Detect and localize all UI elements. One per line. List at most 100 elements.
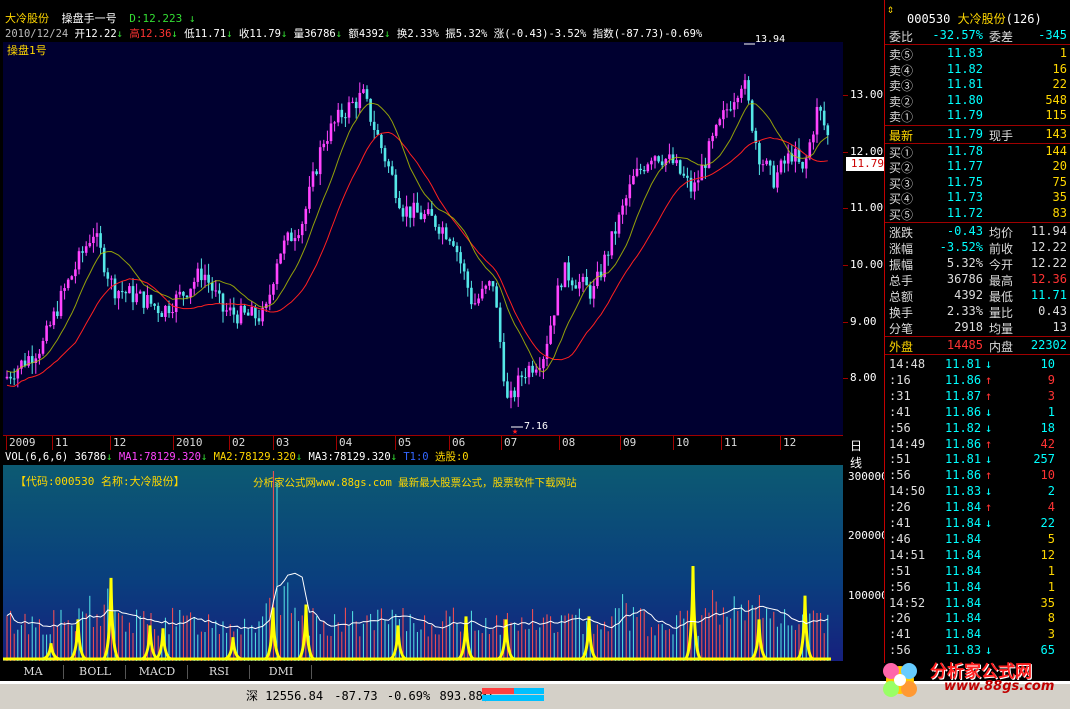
buy-row[interactable]: 买① 11.78 144: [885, 144, 1070, 160]
period-label[interactable]: 日线: [850, 437, 862, 471]
date-tick-line: [449, 436, 450, 450]
candle-body: [826, 125, 830, 136]
date-tick: 09: [623, 436, 637, 449]
stat-row-label2: 最高: [989, 274, 1014, 288]
candle-body: [221, 293, 225, 312]
candle-body: [477, 298, 480, 304]
tab-boll[interactable]: BOLL: [65, 665, 126, 679]
candle-body: [92, 236, 95, 244]
buy-label: 买⑤: [889, 207, 914, 222]
status-bar: 深 12556.84 -87.73 -0.69% 893.88亿 分析家公式网 …: [0, 662, 1070, 709]
candle-body: [239, 305, 243, 324]
date-tick: 10: [676, 436, 690, 449]
sell-row[interactable]: 卖① 11.79 115: [885, 108, 1070, 124]
sell-volume: 16: [1052, 61, 1067, 76]
candle-body: [38, 353, 41, 359]
date-tick: 02: [232, 436, 246, 449]
volume-spike: [69, 619, 87, 661]
stat-row-label2: 均价: [989, 226, 1014, 240]
candle-body: [45, 325, 48, 341]
candle-body: [614, 231, 617, 234]
price-chart-area[interactable]: 操盘1号 ★ 13.94 7.16: [3, 34, 843, 435]
sell-row[interactable]: 卖⑤ 11.83 1: [885, 46, 1070, 62]
stat-row: 分笔 2918 均量 13: [885, 320, 1070, 336]
buy-row[interactable]: 买⑤ 11.72 83: [885, 206, 1070, 222]
sell-row[interactable]: 卖④ 11.82 16: [885, 62, 1070, 78]
candle-body: [153, 303, 156, 306]
candle-body: [164, 305, 167, 317]
tick-time: :51: [889, 563, 911, 578]
stat-row-value2: 12.22: [1030, 256, 1067, 270]
candle-body: [416, 202, 419, 213]
stat-row-value2: 11.94: [1030, 224, 1067, 238]
candle-body: [635, 168, 639, 176]
tick-row: 14:49 11.86 ↑ 42: [885, 437, 1070, 453]
candle-body: [218, 290, 221, 294]
candle-body: [408, 206, 412, 218]
chart-header-line2: 2010/12/24 开12.22↓ 高12.36↓ 低11.71↓ 收11.7…: [5, 28, 703, 40]
tab-rsi[interactable]: RSI: [189, 665, 250, 679]
candle-body: [686, 175, 689, 178]
buy-row[interactable]: 买② 11.77 20: [885, 159, 1070, 175]
candle-body: [358, 92, 362, 109]
candle-body: [430, 209, 434, 216]
candle-body: [171, 312, 174, 314]
index-ticker[interactable]: 深 12556.84 -87.73 -0.69% 893.88亿: [246, 687, 495, 704]
tick-time: 14:52: [889, 595, 926, 610]
buy-label: 买③: [889, 176, 914, 191]
tick-row: 14:51 11.84 12: [885, 548, 1070, 564]
d-value: D:12.223: [129, 12, 183, 25]
stat-row-label: 振幅: [889, 258, 914, 272]
outer-inner-row-label: 外盘: [889, 340, 914, 354]
flower-logo-icon: [883, 663, 917, 697]
candle-body: [131, 286, 135, 303]
amplitude-label: 振5.32%: [445, 28, 488, 40]
candle-body: [588, 285, 592, 299]
candle-body: [740, 88, 743, 98]
price-y-tick: 10.00: [850, 258, 884, 272]
candle-body: [819, 106, 822, 111]
tab-dmi[interactable]: DMI: [251, 665, 312, 679]
vol-select: 选股:0: [434, 451, 469, 463]
stat-row-value2: 11.71: [1030, 288, 1067, 302]
volume-chart-area[interactable]: 【代码:000530 名称:大冷股份】 分析家公式网www.88gs.com 最…: [3, 465, 843, 661]
candle-body: [74, 269, 77, 277]
candle-body: [563, 262, 567, 288]
candle-body: [524, 377, 527, 379]
candle-body: [660, 161, 664, 166]
candle-body: [628, 184, 632, 199]
stat-row-label: 涨幅: [889, 242, 914, 256]
candle-body: [336, 109, 340, 123]
tick-volume: 10: [1040, 468, 1055, 483]
candle-body: [268, 294, 272, 304]
candle-body: [534, 369, 538, 373]
candle-body: [696, 180, 700, 183]
candle-body: [502, 341, 506, 382]
tab-macd[interactable]: MACD: [127, 665, 188, 679]
ma-line-red: [6, 131, 828, 387]
stat-row-value: 4392: [954, 288, 983, 302]
tick-direction-icon: ↑: [985, 468, 993, 483]
candle-body: [156, 305, 160, 314]
stat-row-value: 2.33%: [946, 304, 983, 318]
stat-row-label: 分笔: [889, 322, 914, 336]
sell-row[interactable]: 卖② 11.80 548: [885, 93, 1070, 109]
divider: [885, 222, 1070, 223]
settings-icon[interactable]: ⇕: [887, 2, 907, 16]
tick-time: :41: [889, 627, 911, 642]
stock-name[interactable]: 大冷股份: [5, 12, 49, 25]
buy-row[interactable]: 买③ 11.75 75: [885, 175, 1070, 191]
candle-body: [236, 314, 239, 324]
tick-time: :41: [889, 516, 911, 530]
buy-price: 11.77: [946, 159, 983, 173]
candle-body: [736, 97, 740, 103]
candle-body: [315, 171, 318, 175]
candle-body: [333, 122, 336, 124]
stat-row: 涨幅 -3.52% 前收 12.22: [885, 240, 1070, 256]
tick-time: :46: [889, 531, 911, 546]
buy-row[interactable]: 买④ 11.73 35: [885, 190, 1070, 206]
sell-row[interactable]: 卖③ 11.81 22: [885, 77, 1070, 93]
tick-price: 11.81: [945, 357, 982, 371]
tab-ma[interactable]: MA: [3, 665, 64, 679]
formula-name[interactable]: 操盘手一号: [62, 12, 117, 25]
